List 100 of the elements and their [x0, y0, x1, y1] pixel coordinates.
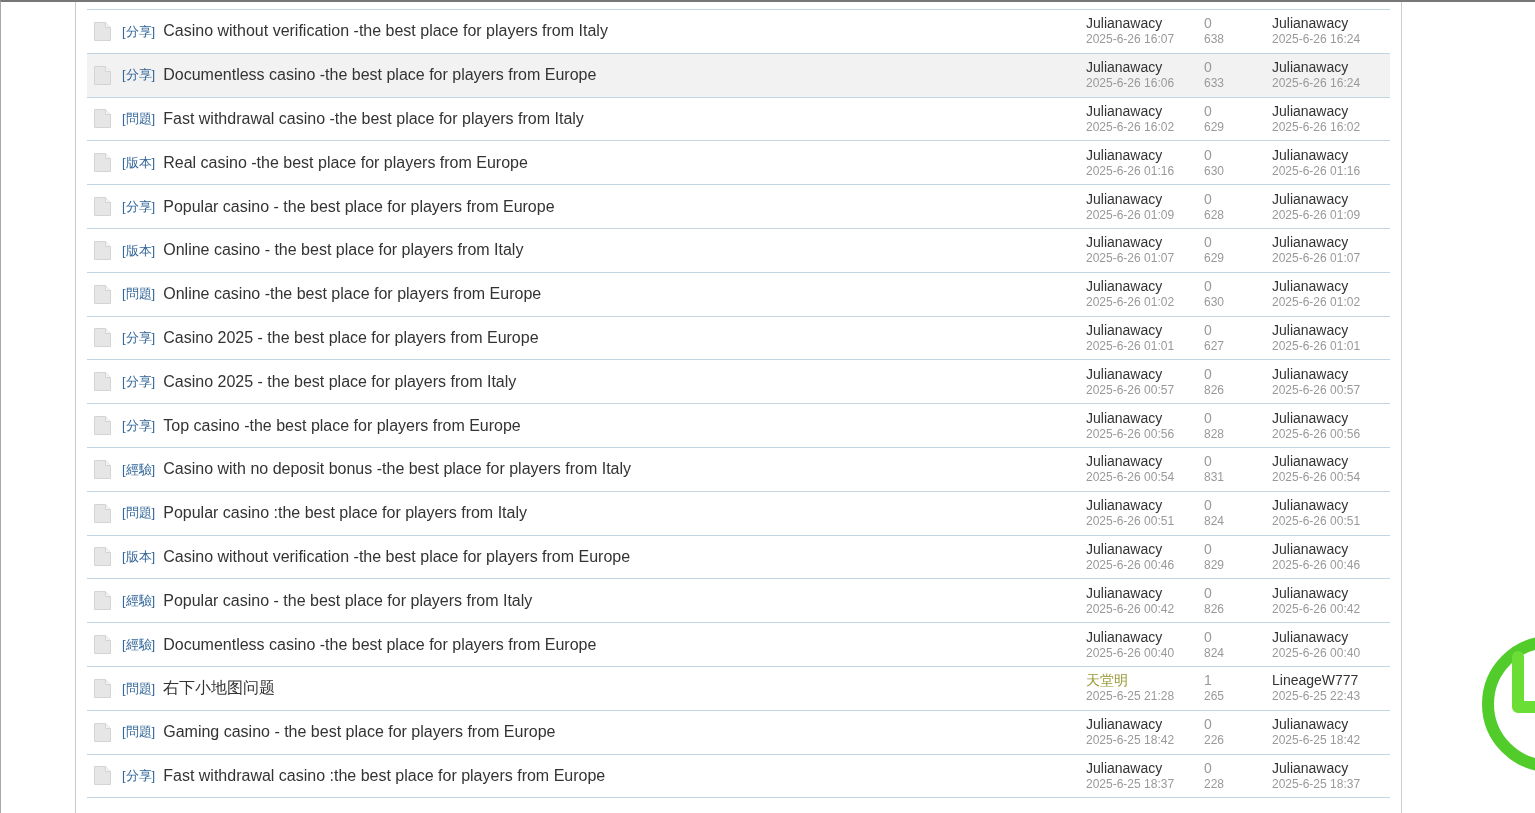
author-link[interactable]: Julianawacy	[1086, 15, 1204, 32]
thread-title[interactable]: Real casino -the best place for players from Europe	[163, 150, 528, 175]
reply-count: 0	[1204, 409, 1213, 426]
last-post-date: 2025-6-25 18:37	[1272, 776, 1362, 792]
thread-title[interactable]: Online casino -the best place for players from Europe	[163, 282, 542, 307]
thread-title[interactable]: Documentless casino -the best place for players from Europe	[163, 632, 597, 657]
reply-count: 0	[1204, 584, 1213, 601]
last-post-date: 2025-6-26 00:57	[1272, 382, 1362, 398]
post-date: 2025-6-26 16:07	[1086, 31, 1176, 48]
reply-count: 0	[1204, 234, 1213, 251]
category-tag[interactable]: [經驗]	[122, 634, 156, 655]
thread-title[interactable]: Casino without verification -the best place for players from Italy	[163, 19, 608, 44]
thread-title[interactable]: 右下小地图问题	[163, 676, 276, 701]
last-poster-link[interactable]: Julianawacy	[1272, 497, 1390, 514]
last-poster-link[interactable]: Julianawacy	[1272, 540, 1390, 557]
category-tag[interactable]: [分享]	[122, 328, 156, 348]
thread-title[interactable]: Top casino -the best place for players from Europe	[163, 413, 521, 438]
reply-count: 0	[1204, 103, 1213, 119]
category-tag[interactable]: [版本]	[122, 240, 156, 261]
author-link[interactable]: Julianawacy	[1086, 190, 1204, 207]
category-tag[interactable]: [問題]	[122, 678, 156, 699]
thread-title[interactable]: Documentless casino -the best place for players from Europe	[163, 63, 597, 88]
category-tag[interactable]: [分享]	[122, 196, 156, 217]
thread-title[interactable]: Online casino - the best place for players from Italy	[163, 238, 524, 263]
category-tag[interactable]: [經驗]	[122, 459, 156, 480]
category-tag[interactable]: [問題]	[122, 503, 156, 523]
thread-title[interactable]: Fast withdrawal casino :the best place for players from Europe	[163, 763, 606, 788]
view-count: 826	[1204, 381, 1226, 398]
thread-title[interactable]: Casino without verification -the best place for players from Europe	[163, 544, 631, 569]
category-tag[interactable]: [分享]	[122, 21, 156, 42]
reply-count: 0	[1204, 321, 1213, 338]
thread-title[interactable]: Casino with no deposit bonus -the best place for players from Italy	[163, 457, 632, 482]
last-post-date: 2025-6-26 01:07	[1272, 250, 1362, 267]
last-post-date: 2025-6-25 18:42	[1272, 732, 1362, 749]
author-link[interactable]: Julianawacy	[1086, 628, 1204, 645]
author-link[interactable]: Julianawacy	[1086, 365, 1204, 382]
category-tag[interactable]: [問題]	[122, 722, 156, 742]
last-poster-link[interactable]: Julianawacy	[1272, 409, 1390, 426]
thread-title[interactable]: Casino 2025 - the best place for players from Europe	[163, 325, 539, 350]
post-date: 2025-6-26 01:01	[1086, 338, 1176, 354]
last-post-date: 2025-6-25 22:43	[1272, 688, 1362, 705]
last-poster-link[interactable]: Julianawacy	[1272, 146, 1390, 163]
author-link[interactable]: Julianawacy	[1086, 59, 1204, 76]
floating-button[interactable]	[1480, 635, 1535, 773]
post-date: 2025-6-26 00:46	[1086, 557, 1176, 573]
post-date: 2025-6-25 18:42	[1086, 732, 1176, 749]
last-post-date: 2025-6-26 16:24	[1272, 31, 1362, 48]
author-link[interactable]: Julianawacy	[1086, 540, 1204, 557]
author-link[interactable]: Julianawacy	[1086, 497, 1204, 514]
document-icon	[93, 108, 112, 130]
document-icon	[93, 721, 112, 743]
last-poster-link[interactable]: Julianawacy	[1272, 321, 1390, 338]
post-date: 2025-6-25 21:28	[1086, 688, 1176, 705]
reply-count: 0	[1204, 716, 1213, 733]
last-poster-link[interactable]: Julianawacy	[1272, 628, 1390, 645]
last-poster-link[interactable]: Julianawacy	[1272, 59, 1390, 76]
view-count: 226	[1204, 732, 1226, 749]
author-link[interactable]: Julianawacy	[1086, 453, 1204, 470]
document-icon	[93, 677, 112, 699]
author-link[interactable]: Julianawacy	[1086, 278, 1204, 295]
category-tag[interactable]: [版本]	[122, 153, 156, 173]
category-tag[interactable]: [分享]	[122, 372, 156, 392]
author-link[interactable]: Julianawacy	[1086, 409, 1204, 426]
category-tag[interactable]: [版本]	[122, 547, 156, 567]
last-poster-link[interactable]: Julianawacy	[1272, 716, 1390, 733]
category-tag[interactable]: [分享]	[122, 766, 156, 786]
last-poster-link[interactable]: LineageW777	[1272, 672, 1390, 689]
last-poster-link[interactable]: Julianawacy	[1272, 278, 1390, 295]
category-tag[interactable]: [問題]	[122, 284, 156, 304]
author-link[interactable]: Julianawacy	[1086, 759, 1204, 776]
author-link[interactable]: Julianawacy	[1086, 103, 1204, 119]
reply-count: 0	[1204, 453, 1213, 470]
category-tag[interactable]: [分享]	[122, 65, 156, 85]
category-tag[interactable]: [問題]	[122, 109, 156, 129]
view-count: 629	[1204, 250, 1226, 267]
thread-title[interactable]: Popular casino - the best place for players from Italy	[163, 588, 533, 613]
last-poster-link[interactable]: Julianawacy	[1272, 15, 1390, 32]
category-tag[interactable]: [分享]	[122, 415, 156, 436]
thread-title[interactable]: Casino 2025 - the best place for players from Italy	[163, 369, 517, 394]
last-poster-link[interactable]: Julianawacy	[1272, 584, 1390, 601]
author-link[interactable]: Julianawacy	[1086, 584, 1204, 601]
last-poster-link[interactable]: Julianawacy	[1272, 365, 1390, 382]
last-poster-link[interactable]: Julianawacy	[1272, 759, 1390, 776]
author-link[interactable]: Julianawacy	[1086, 234, 1204, 251]
last-poster-link[interactable]: Julianawacy	[1272, 453, 1390, 470]
thread-title[interactable]: Popular casino - the best place for players from Europe	[163, 194, 555, 219]
document-icon	[93, 590, 112, 612]
last-poster-link[interactable]: Julianawacy	[1272, 190, 1390, 207]
thread-title[interactable]: Fast withdrawal casino -the best place for players from Italy	[163, 107, 584, 131]
last-poster-link[interactable]: Julianawacy	[1272, 234, 1390, 251]
document-icon	[93, 20, 112, 42]
author-link[interactable]: Julianawacy	[1086, 716, 1204, 733]
thread-title[interactable]: Gaming casino - the best place for players from Europe	[163, 720, 556, 745]
post-date: 2025-6-26 01:16	[1086, 163, 1176, 179]
thread-title[interactable]: Popular casino :the best place for players from Italy	[163, 501, 527, 526]
author-link[interactable]: Julianawacy	[1086, 146, 1204, 163]
last-poster-link[interactable]: Julianawacy	[1272, 103, 1390, 119]
category-tag[interactable]: [經驗]	[122, 591, 156, 611]
view-count: 828	[1204, 425, 1226, 442]
author-link[interactable]: Julianawacy	[1086, 321, 1204, 338]
